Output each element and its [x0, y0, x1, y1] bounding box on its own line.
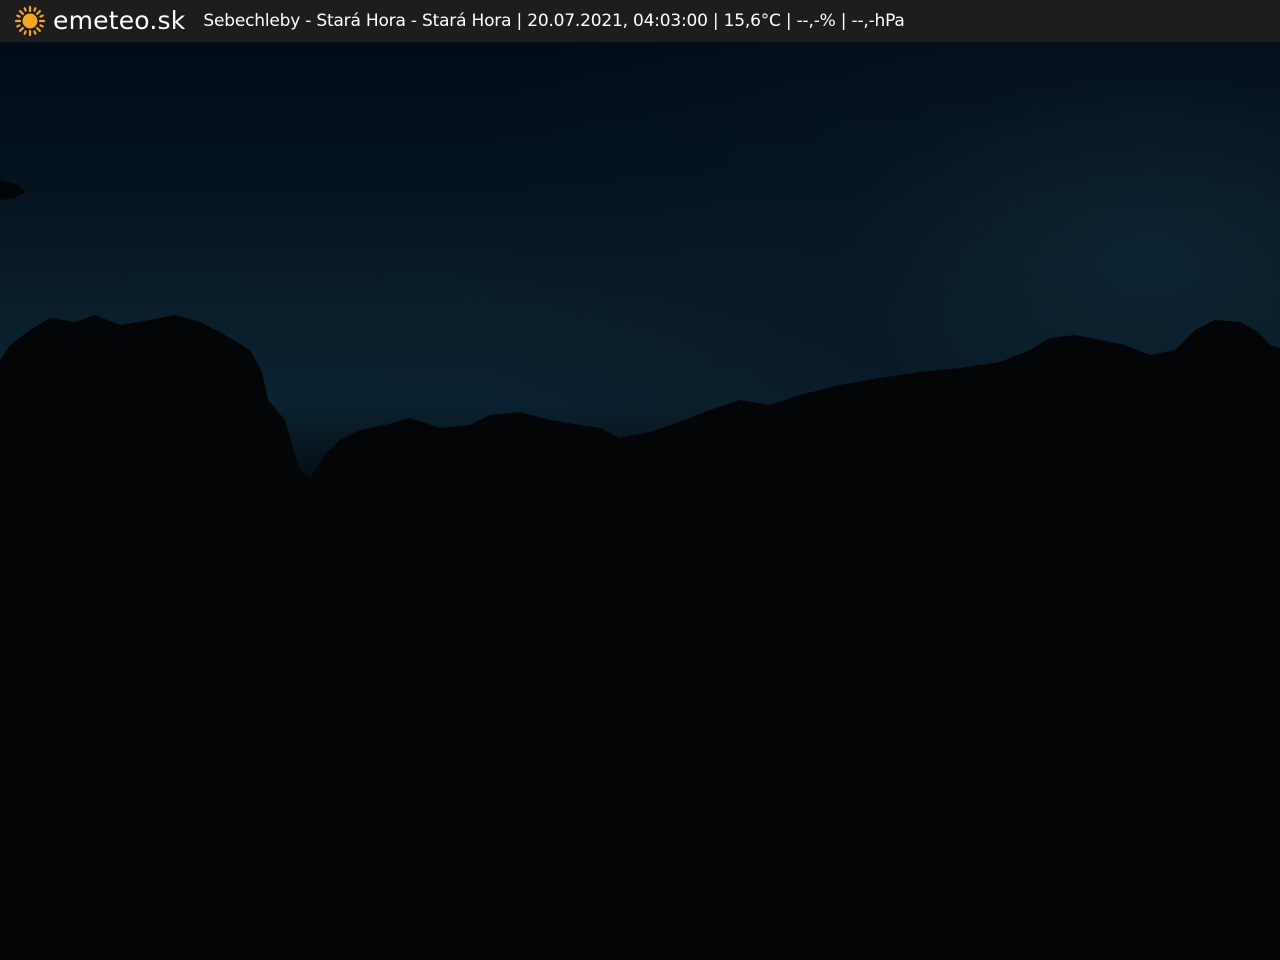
left-tree-branch	[0, 180, 26, 200]
webcam-frame: emeteo.sk Sebechleby - Stará Hora - Star…	[0, 0, 1280, 960]
sun-icon	[14, 5, 46, 37]
brand-logo-text: emeteo.sk	[53, 6, 186, 35]
treeline	[0, 315, 1280, 960]
station-caption: Sebechleby - Stará Hora - Stará Hora | 2…	[203, 11, 905, 31]
hill-silhouette	[0, 180, 1280, 960]
overlay-header: emeteo.sk Sebechleby - Stará Hora - Star…	[0, 0, 1280, 42]
